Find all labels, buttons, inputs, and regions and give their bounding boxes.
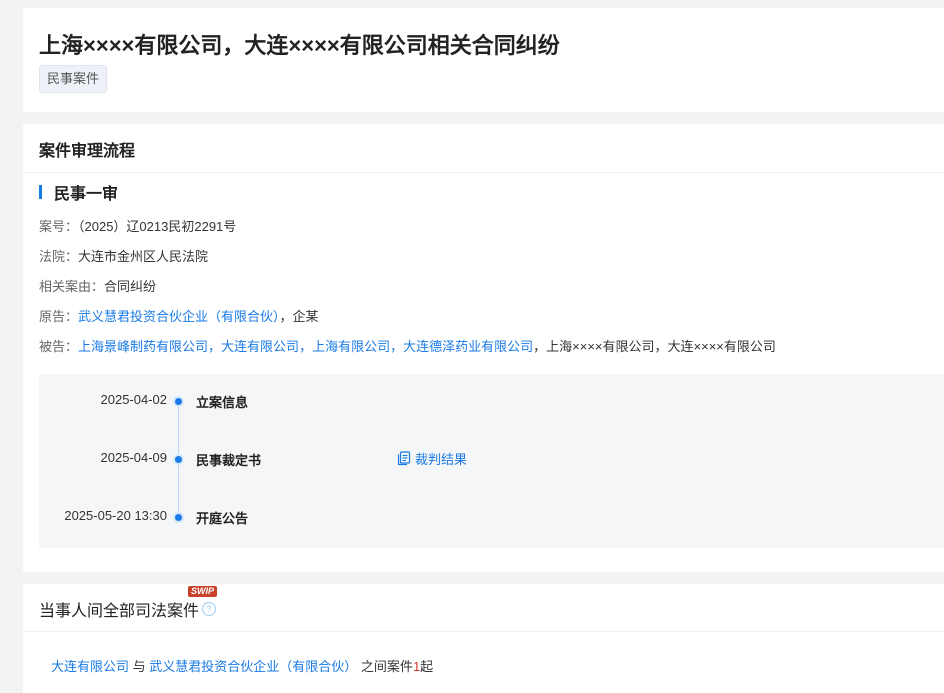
timeline-dot xyxy=(175,456,182,463)
stage-accent-bar xyxy=(39,185,42,199)
swip-badge: SWIP xyxy=(188,586,218,597)
separator: ， xyxy=(390,339,404,354)
related-cases-card: 当事人间全部司法案件 ? SWIP 大连有限公司 与 武义慧君投资合伙企业（有限… xyxy=(23,584,944,693)
separator: ， xyxy=(279,309,293,324)
conjunction: 与 xyxy=(132,659,146,674)
timeline-dot xyxy=(175,398,182,405)
plaintiff-text: 企某 xyxy=(292,309,319,324)
timeline-date: 2025-04-09 xyxy=(100,450,168,465)
case-number-value: （2025）辽0213民初2291号 xyxy=(78,219,237,234)
stage-title: 民事一审 xyxy=(54,186,119,203)
judgment-result-label[interactable]: 裁判结果 xyxy=(415,449,467,468)
case-count-prefix: 之间案件 xyxy=(360,659,413,674)
party-b-link[interactable]: 武义慧君投资合伙企业（有限合伙） xyxy=(149,659,357,674)
related-heading: 当事人间全部司法案件 ? xyxy=(39,597,217,621)
defendant-label: 被告： xyxy=(39,339,79,354)
cause-row: 相关案由：合同纠纷 xyxy=(39,277,156,297)
case-flow-card: 案件审理流程 民事一审 案号：（2025）辽0213民初2291号 法院：大连市… xyxy=(23,124,944,572)
defendant-link[interactable]: 大连有限公司 xyxy=(221,339,299,354)
court-row: 法院：大连市金州区人民法院 xyxy=(39,247,208,267)
separator: ， xyxy=(208,339,222,354)
case-count-unit: 起 xyxy=(420,659,434,674)
plaintiff-row: 原告：武义慧君投资合伙企业（有限合伙），企某 xyxy=(39,307,319,327)
divider xyxy=(23,631,944,632)
cause-value: 合同纠纷 xyxy=(104,279,157,294)
case-header-card: 上海××××有限公司，大连××××有限公司相关合同纠纷 民事案件 xyxy=(23,8,944,112)
timeline-date: 2025-04-02 xyxy=(100,392,168,407)
defendant-row: 被告：上海景峰制药有限公司，大连有限公司，上海有限公司，大连德泽药业有限公司，上… xyxy=(39,337,776,357)
defendant-link[interactable]: 上海景峰制药有限公司 xyxy=(78,339,208,354)
defendant-link[interactable]: 大连德泽药业有限公司 xyxy=(403,339,533,354)
timeline-label: 立案信息 xyxy=(196,395,249,410)
timeline-dot xyxy=(175,514,182,521)
document-icon xyxy=(397,451,411,466)
timeline-date: 2025-05-20 13:30 xyxy=(64,508,167,523)
plaintiff-link[interactable]: 武义慧君投资合伙企业（有限合伙） xyxy=(78,309,280,324)
cause-label: 相关案由： xyxy=(39,279,105,294)
case-type-tag: 民事案件 xyxy=(39,65,108,93)
timeline-item: 2025-05-20 13:30 开庭公告 xyxy=(39,507,944,527)
plaintiff-label: 原告： xyxy=(39,309,79,324)
judgment-result-link[interactable]: 裁判结果 xyxy=(397,449,467,468)
case-number-row: 案号：（2025）辽0213民初2291号 xyxy=(39,217,236,237)
case-number-label: 案号： xyxy=(39,219,79,234)
section-heading-flow: 案件审理流程 xyxy=(39,143,136,160)
case-title: 上海××××有限公司，大连××××有限公司相关合同纠纷 xyxy=(39,33,560,58)
related-case-row: 大连有限公司 与 武义慧君投资合伙企业（有限合伙） 之间案件1起 xyxy=(51,656,433,675)
timeline-item: 2025-04-09 民事裁定书 裁判结果 xyxy=(39,449,944,469)
defendant-text: 上海××××有限公司，大连××××有限公司 xyxy=(546,339,776,354)
timeline-label: 开庭公告 xyxy=(196,511,249,526)
defendant-link[interactable]: 上海有限公司 xyxy=(312,339,390,354)
party-a-link[interactable]: 大连有限公司 xyxy=(51,659,129,674)
divider xyxy=(23,172,944,173)
separator: ， xyxy=(299,339,313,354)
court-label: 法院： xyxy=(39,249,79,264)
timeline-item: 2025-04-02 立案信息 xyxy=(39,391,944,411)
timeline-label: 民事裁定书 xyxy=(196,453,262,468)
related-heading-text: 当事人间全部司法案件 xyxy=(39,603,200,620)
court-value: 大连市金州区人民法院 xyxy=(78,249,209,264)
stage-heading: 民事一审 xyxy=(39,182,119,203)
help-icon[interactable]: ? xyxy=(202,602,217,616)
timeline: 2025-04-02 立案信息 2025-04-09 民事裁定书 裁判结果 20… xyxy=(39,374,944,548)
separator: ， xyxy=(533,339,547,354)
